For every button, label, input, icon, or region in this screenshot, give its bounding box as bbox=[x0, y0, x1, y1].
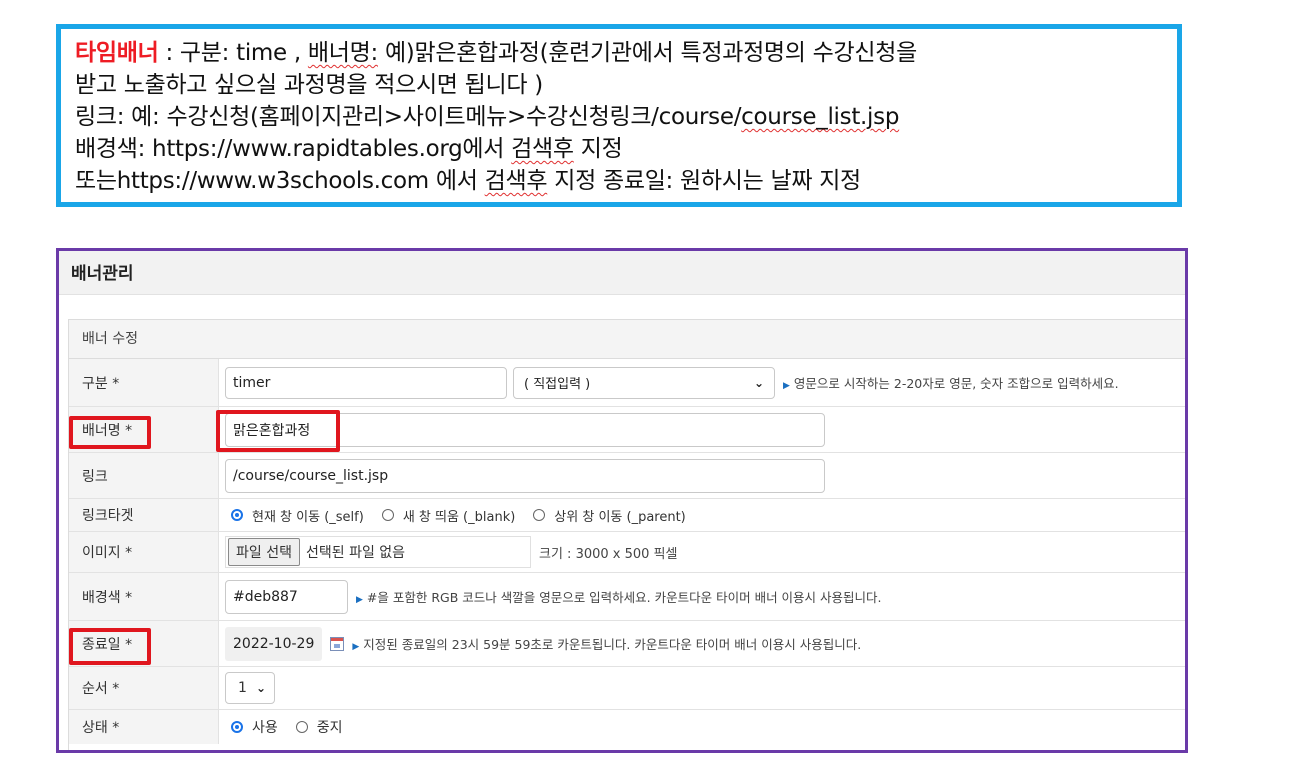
radio-selected-icon[interactable] bbox=[231, 721, 243, 733]
file-input[interactable]: 파일 선택 선택된 파일 없음 bbox=[225, 536, 531, 568]
note-line-2: 받고 노출하고 싶으실 과정명을 적으시면 됩니다 ) bbox=[75, 72, 543, 98]
row-status: 상태 * 사용 중지 bbox=[69, 710, 1185, 744]
type-hint: ▶ 영문으로 시작하는 2-20자로 영문, 숫자 조합으로 입력하세요. bbox=[783, 373, 1119, 392]
type-value-cell: timer ( 직접입력 ) ⌄ ▶ 영문으로 시작하는 2-20자로 영문, 숫… bbox=[219, 359, 1185, 406]
choose-file-button[interactable]: 파일 선택 bbox=[228, 538, 300, 566]
note-line-1: 타임배너 : 구분: time , 배너명: 예)맑은혼합과정(훈련기관에서 특… bbox=[75, 37, 1177, 69]
order-select-value: 1 bbox=[238, 680, 247, 696]
order-label: 순서 * bbox=[69, 667, 219, 709]
status-stop-label: 중지 bbox=[316, 720, 343, 736]
page-title: 배너관리 bbox=[71, 264, 134, 284]
note-spellcheck-text: 배너명: bbox=[307, 40, 378, 66]
type-select[interactable]: ( 직접입력 ) ⌄ bbox=[513, 366, 775, 399]
note-spellcheck-text: 검색후 bbox=[511, 136, 574, 162]
chevron-down-icon: ⌄ bbox=[255, 681, 266, 695]
bgcolor-hint: ▶ #을 포함한 RGB 코드나 색깔을 영문으로 입력하세요. 카운트다운 타이… bbox=[356, 587, 882, 606]
section-title: 배너 수정 bbox=[69, 320, 1185, 359]
note-text: 배경색: https://www.rapidtables.org에서 bbox=[75, 136, 512, 162]
target-self-option[interactable]: 현재 창 이동 (_self) bbox=[231, 506, 364, 525]
target-label: 링크타겟 bbox=[69, 499, 219, 531]
radio-icon[interactable] bbox=[381, 509, 394, 521]
status-value-cell: 사용 중지 bbox=[219, 710, 1185, 744]
bgcolor-label: 배경색 * bbox=[69, 573, 219, 620]
enddate-hint: ▶ 지정된 종료일의 23시 59분 59초로 카운트됩니다. 카운트다운 타이머… bbox=[352, 634, 861, 653]
target-blank-option[interactable]: 새 창 띄움 (_blank) bbox=[381, 506, 516, 525]
banner-panel: 배너관리 배너 수정 구분 * timer ( 직접입력 ) ⌄ ▶ 영문으로 시… bbox=[56, 248, 1188, 753]
caret-right-icon: ▶ bbox=[356, 595, 363, 605]
note-spellcheck-text: course_list.jsp bbox=[741, 104, 900, 130]
enddate-value-cell: 2022-10-29 ▶ 지정된 종료일의 23시 59분 59초로 카운트됩니다… bbox=[219, 621, 1185, 666]
status-label: 상태 * bbox=[69, 710, 219, 744]
row-target: 링크타겟 현재 창 이동 (_self) 새 창 띄움 (_blank) 상위 … bbox=[69, 499, 1185, 532]
bgcolor-value-cell: #deb887 ▶ #을 포함한 RGB 코드나 색깔을 영문으로 입력하세요. … bbox=[219, 573, 1185, 620]
order-select[interactable]: 1 ⌄ bbox=[225, 672, 275, 704]
note-line-4: 배경색: https://www.rapidtables.org에서 검색후 지… bbox=[75, 133, 1177, 165]
target-self-label: 현재 창 이동 (_self) bbox=[252, 509, 364, 525]
image-value-cell: 파일 선택 선택된 파일 없음 크기 : 3000 x 500 픽셀 bbox=[219, 532, 1185, 572]
note-text: 지정 종료일: 원하시는 날짜 지정 bbox=[547, 168, 861, 194]
row-enddate: 종료일 * 2022-10-29 ▶ 지정된 종료일의 23시 59분 59초로 … bbox=[69, 621, 1185, 667]
enddate-hint-text: 지정된 종료일의 23시 59분 59초로 카운트됩니다. 카운트다운 타이머 … bbox=[363, 637, 862, 652]
name-value-cell: 맑은혼합과정 bbox=[219, 407, 1185, 452]
note-text: 예)맑은혼합과정(훈련기관에서 특정과정명의 수강신청을 bbox=[377, 40, 917, 66]
note-line-5: 또는https://www.w3schools.com 에서 검색후 지정 종료… bbox=[75, 165, 1177, 197]
panel-header: 배너관리 bbox=[59, 251, 1185, 295]
type-select-value: ( 직접입력 ) bbox=[524, 377, 591, 392]
link-value-cell: /course/course_list.jsp bbox=[219, 453, 1185, 498]
status-active-option[interactable]: 사용 bbox=[231, 717, 278, 737]
image-size-hint: 크기 : 3000 x 500 픽셀 bbox=[539, 546, 678, 562]
target-parent-option[interactable]: 상위 창 이동 (_parent) bbox=[533, 506, 686, 525]
row-image: 이미지 * 파일 선택 선택된 파일 없음 크기 : 3000 x 500 픽셀 bbox=[69, 532, 1185, 573]
order-value-cell: 1 ⌄ bbox=[219, 667, 1185, 709]
caret-right-icon: ▶ bbox=[352, 642, 360, 652]
note-text: 또는https://www.w3schools.com 에서 bbox=[75, 168, 485, 194]
note-line-3: 링크: 예: 수강신청(홈페이지관리>사이트메뉴>수강신청링크/course/c… bbox=[75, 101, 1177, 133]
note-text: 링크: 예: 수강신청(홈페이지관리>사이트메뉴>수강신청링크/course/ bbox=[75, 104, 742, 130]
row-name: 배너명 * 맑은혼합과정 bbox=[69, 407, 1185, 453]
radio-selected-icon[interactable] bbox=[231, 509, 243, 521]
type-input[interactable]: timer bbox=[225, 366, 507, 399]
target-blank-label: 새 창 띄움 (_blank) bbox=[402, 509, 516, 525]
radio-icon[interactable] bbox=[533, 509, 546, 521]
note-spellcheck-text: 검색후 bbox=[484, 168, 548, 194]
row-bgcolor: 배경색 * #deb887 ▶ #을 포함한 RGB 코드나 색깔을 영문으로 입… bbox=[69, 573, 1185, 621]
link-input[interactable]: /course/course_list.jsp bbox=[225, 458, 825, 493]
note-highlight: 타임배너 bbox=[75, 40, 159, 66]
status-active-label: 사용 bbox=[252, 720, 278, 736]
type-hint-text: 영문으로 시작하는 2-20자로 영문, 숫자 조합으로 입력하세요. bbox=[793, 376, 1119, 391]
name-label: 배너명 * bbox=[69, 407, 219, 452]
note-text: 지정 bbox=[573, 136, 623, 162]
bgcolor-input[interactable]: #deb887 bbox=[225, 579, 348, 614]
row-type: 구분 * timer ( 직접입력 ) ⌄ ▶ 영문으로 시작하는 2-20자로 … bbox=[69, 359, 1185, 407]
link-label: 링크 bbox=[69, 453, 219, 498]
radio-icon[interactable] bbox=[295, 721, 308, 733]
chevron-down-icon: ⌄ bbox=[753, 375, 764, 390]
image-label: 이미지 * bbox=[69, 532, 219, 572]
bgcolor-hint-text: #을 포함한 RGB 코드나 색깔을 영문으로 입력하세요. 카운트다운 타이머… bbox=[366, 590, 882, 605]
note-text: : 구분: time , bbox=[158, 40, 308, 66]
calendar-icon[interactable] bbox=[330, 636, 345, 651]
row-order: 순서 * 1 ⌄ bbox=[69, 667, 1185, 710]
row-link: 링크 /course/course_list.jsp bbox=[69, 453, 1185, 499]
name-input[interactable]: 맑은혼합과정 bbox=[225, 412, 825, 447]
caret-right-icon: ▶ bbox=[783, 381, 790, 391]
target-parent-label: 상위 창 이동 (_parent) bbox=[554, 509, 686, 525]
enddate-label: 종료일 * bbox=[69, 621, 219, 666]
file-status: 선택된 파일 없음 bbox=[305, 545, 406, 561]
type-label: 구분 * bbox=[69, 359, 219, 406]
target-value-cell: 현재 창 이동 (_self) 새 창 띄움 (_blank) 상위 창 이동 … bbox=[219, 499, 1185, 531]
status-stop-option[interactable]: 중지 bbox=[295, 717, 343, 737]
instruction-note: 타임배너 : 구분: time , 배너명: 예)맑은혼합과정(훈련기관에서 특… bbox=[56, 24, 1182, 207]
enddate-input[interactable]: 2022-10-29 bbox=[225, 626, 323, 661]
banner-edit-section: 배너 수정 구분 * timer ( 직접입력 ) ⌄ ▶ 영문으로 시작하는 2… bbox=[68, 319, 1185, 750]
